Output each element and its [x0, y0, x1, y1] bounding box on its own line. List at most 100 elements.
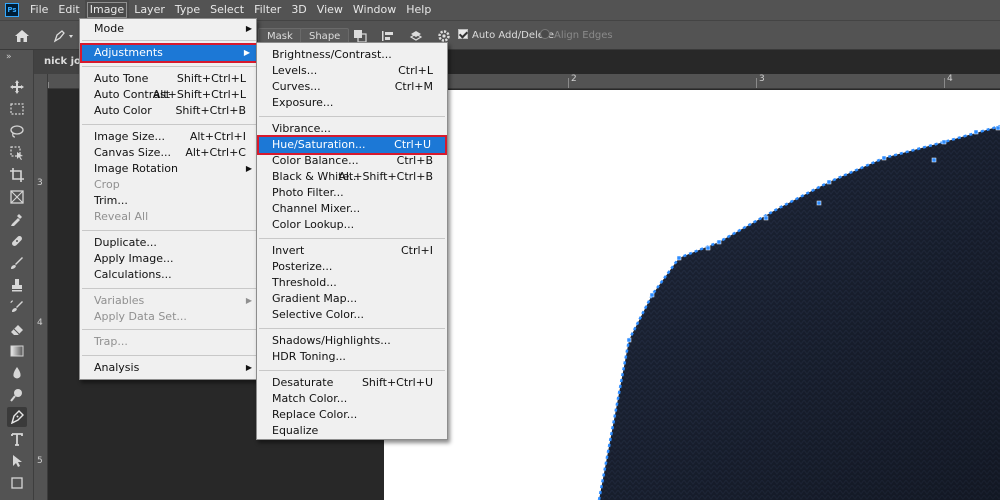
lasso-tool-icon[interactable]	[7, 121, 27, 141]
collapse-panel-icon[interactable]: »	[6, 52, 12, 62]
move-tool-icon[interactable]	[7, 77, 27, 97]
image-menu-item-variables[interactable]: Variables ▶	[80, 293, 258, 309]
adjustments-item-desaturate[interactable]: Desaturate Shift+Ctrl+U	[257, 375, 447, 391]
menu-item-label: Photo Filter...	[272, 186, 344, 199]
adjustments-item-color-lookup[interactable]: Color Lookup...	[257, 217, 447, 233]
adjustments-item-replace-color[interactable]: Replace Color...	[257, 407, 447, 423]
menu-item-label: Equalize	[272, 424, 319, 437]
adjustments-item-threshold[interactable]: Threshold...	[257, 275, 447, 291]
image-menu-item-apply-data-set[interactable]: Apply Data Set...	[80, 309, 258, 325]
adjustments-item-black-white[interactable]: Black & White... Alt+Shift+Ctrl+B	[257, 169, 447, 185]
object-select-tool-icon[interactable]	[7, 143, 27, 163]
healing-brush-tool-icon[interactable]	[7, 231, 27, 251]
image-menu-item-trap[interactable]: Trap...	[80, 334, 258, 350]
image-menu-item-reveal-all[interactable]: Reveal All	[80, 209, 258, 225]
brush-tool-icon[interactable]	[7, 253, 27, 273]
menu-item-shortcut: Ctrl+L	[398, 64, 433, 77]
menu-bar: Ps File Edit Image Layer Type Select Fil…	[0, 0, 1000, 20]
image-menu-item-auto-contrast[interactable]: Auto Contrast Alt+Shift+Ctrl+L	[80, 87, 258, 103]
image-menu-item-image-size[interactable]: Image Size... Alt+Ctrl+I	[80, 129, 258, 145]
adjustments-item-selective-color[interactable]: Selective Color...	[257, 307, 447, 323]
marquee-tool-icon[interactable]	[7, 99, 27, 119]
shape-tool-icon[interactable]	[7, 473, 27, 493]
image-menu-item-trim[interactable]: Trim...	[80, 193, 258, 209]
home-icon[interactable]	[14, 29, 30, 43]
menu-filter[interactable]: Filter	[249, 0, 286, 20]
adjustments-item-brightness-contrast[interactable]: Brightness/Contrast...	[257, 47, 447, 63]
menu-select[interactable]: Select	[205, 0, 249, 20]
menu-layer[interactable]: Layer	[129, 0, 170, 20]
auto-add-delete-checkbox[interactable]	[458, 29, 468, 39]
menu-window[interactable]: Window	[348, 0, 401, 20]
submenu-arrow-icon: ▶	[243, 48, 250, 57]
adjustments-item-match-color[interactable]: Match Color...	[257, 391, 447, 407]
adjustments-item-equalize[interactable]: Equalize	[257, 423, 447, 439]
adjustments-item-color-balance[interactable]: Color Balance... Ctrl+B	[257, 153, 447, 169]
align-edges-checkbox[interactable]	[540, 29, 550, 39]
image-menu-item-mode[interactable]: Mode ▶	[80, 21, 258, 37]
image-menu-item-image-rotation[interactable]: Image Rotation ▶	[80, 161, 258, 177]
menu-3d[interactable]: 3D	[286, 0, 311, 20]
gradient-tool-icon[interactable]	[7, 341, 27, 361]
adjustments-item-gradient-map[interactable]: Gradient Map...	[257, 291, 447, 307]
image-menu-item-crop[interactable]: Crop	[80, 177, 258, 193]
image-menu-item-auto-tone[interactable]: Auto Tone Shift+Ctrl+L	[80, 71, 258, 87]
menu-separator	[259, 370, 445, 371]
image-menu-item-analysis[interactable]: Analysis ▶	[80, 360, 258, 376]
pen-tool-icon[interactable]	[7, 407, 27, 427]
image-menu-item-canvas-size[interactable]: Canvas Size... Alt+Ctrl+C	[80, 145, 258, 161]
adjustments-item-vibrance[interactable]: Vibrance...	[257, 121, 447, 137]
menu-file[interactable]: File	[25, 0, 53, 20]
dodge-tool-icon[interactable]	[7, 385, 27, 405]
eyedropper-tool-icon[interactable]	[7, 209, 27, 229]
menu-item-label: HDR Toning...	[272, 350, 346, 363]
menu-item-label: Match Color...	[272, 392, 348, 405]
menu-item-shortcut: Alt+Ctrl+C	[185, 146, 246, 159]
align-edges-option[interactable]: Align Edges	[540, 28, 613, 44]
adjustments-item-shadows-highlights[interactable]: Shadows/Highlights...	[257, 333, 447, 349]
adjustments-item-channel-mixer[interactable]: Channel Mixer...	[257, 201, 447, 217]
image-menu-item-auto-color[interactable]: Auto Color Shift+Ctrl+B	[80, 103, 258, 119]
menu-image[interactable]: Image	[84, 0, 130, 20]
adjustments-item-hue-saturation[interactable]: Hue/Saturation... Ctrl+U	[257, 135, 447, 155]
type-tool-icon[interactable]	[7, 429, 27, 449]
history-brush-tool-icon[interactable]	[7, 297, 27, 317]
adjustments-item-curves[interactable]: Curves... Ctrl+M	[257, 79, 447, 95]
submenu-arrow-icon: ▶	[245, 363, 252, 372]
menu-item-shortcut: Ctrl+U	[394, 138, 431, 151]
pen-tool-preset-icon[interactable]	[52, 28, 76, 44]
frame-tool-icon[interactable]	[7, 187, 27, 207]
ruler-number-4-vertical: 4	[37, 318, 43, 328]
menu-item-label: Reveal All	[94, 210, 149, 223]
clone-stamp-tool-icon[interactable]	[7, 275, 27, 295]
image-menu-item-duplicate[interactable]: Duplicate...	[80, 235, 258, 251]
adjustments-item-levels[interactable]: Levels... Ctrl+L	[257, 63, 447, 79]
menu-help[interactable]: Help	[401, 0, 436, 20]
adjustments-item-photo-filter[interactable]: Photo Filter...	[257, 185, 447, 201]
image-menu-item-apply-image[interactable]: Apply Image...	[80, 251, 258, 267]
ruler-number-4: 4	[947, 74, 953, 84]
menu-separator	[259, 328, 445, 329]
image-menu-item-adjustments[interactable]: Adjustments ▶	[80, 43, 258, 63]
menu-edit[interactable]: Edit	[53, 0, 84, 20]
blur-tool-icon[interactable]	[7, 363, 27, 383]
menu-item-label: Image Size...	[94, 130, 166, 143]
path-select-tool-icon[interactable]	[7, 451, 27, 471]
menu-type[interactable]: Type	[170, 0, 205, 20]
crop-tool-icon[interactable]	[7, 165, 27, 185]
menu-item-shortcut: Alt+Shift+Ctrl+B	[338, 170, 433, 183]
eraser-tool-icon[interactable]	[7, 319, 27, 339]
menu-separator	[82, 66, 256, 67]
image-menu-item-calculations[interactable]: Calculations...	[80, 267, 258, 283]
photoshop-logo-icon: Ps	[5, 3, 19, 17]
menu-item-label: Image Rotation	[94, 162, 178, 175]
menu-item-label: Gradient Map...	[272, 292, 358, 305]
adjustments-item-exposure[interactable]: Exposure...	[257, 95, 447, 111]
menu-view[interactable]: View	[312, 0, 348, 20]
adjustments-item-hdr-toning[interactable]: HDR Toning...	[257, 349, 447, 365]
adjustments-item-invert[interactable]: Invert Ctrl+I	[257, 243, 447, 259]
ruler-number-3-vertical: 3	[37, 178, 43, 188]
menu-separator	[82, 355, 256, 356]
document-canvas[interactable]	[384, 90, 1000, 500]
adjustments-item-posterize[interactable]: Posterize...	[257, 259, 447, 275]
